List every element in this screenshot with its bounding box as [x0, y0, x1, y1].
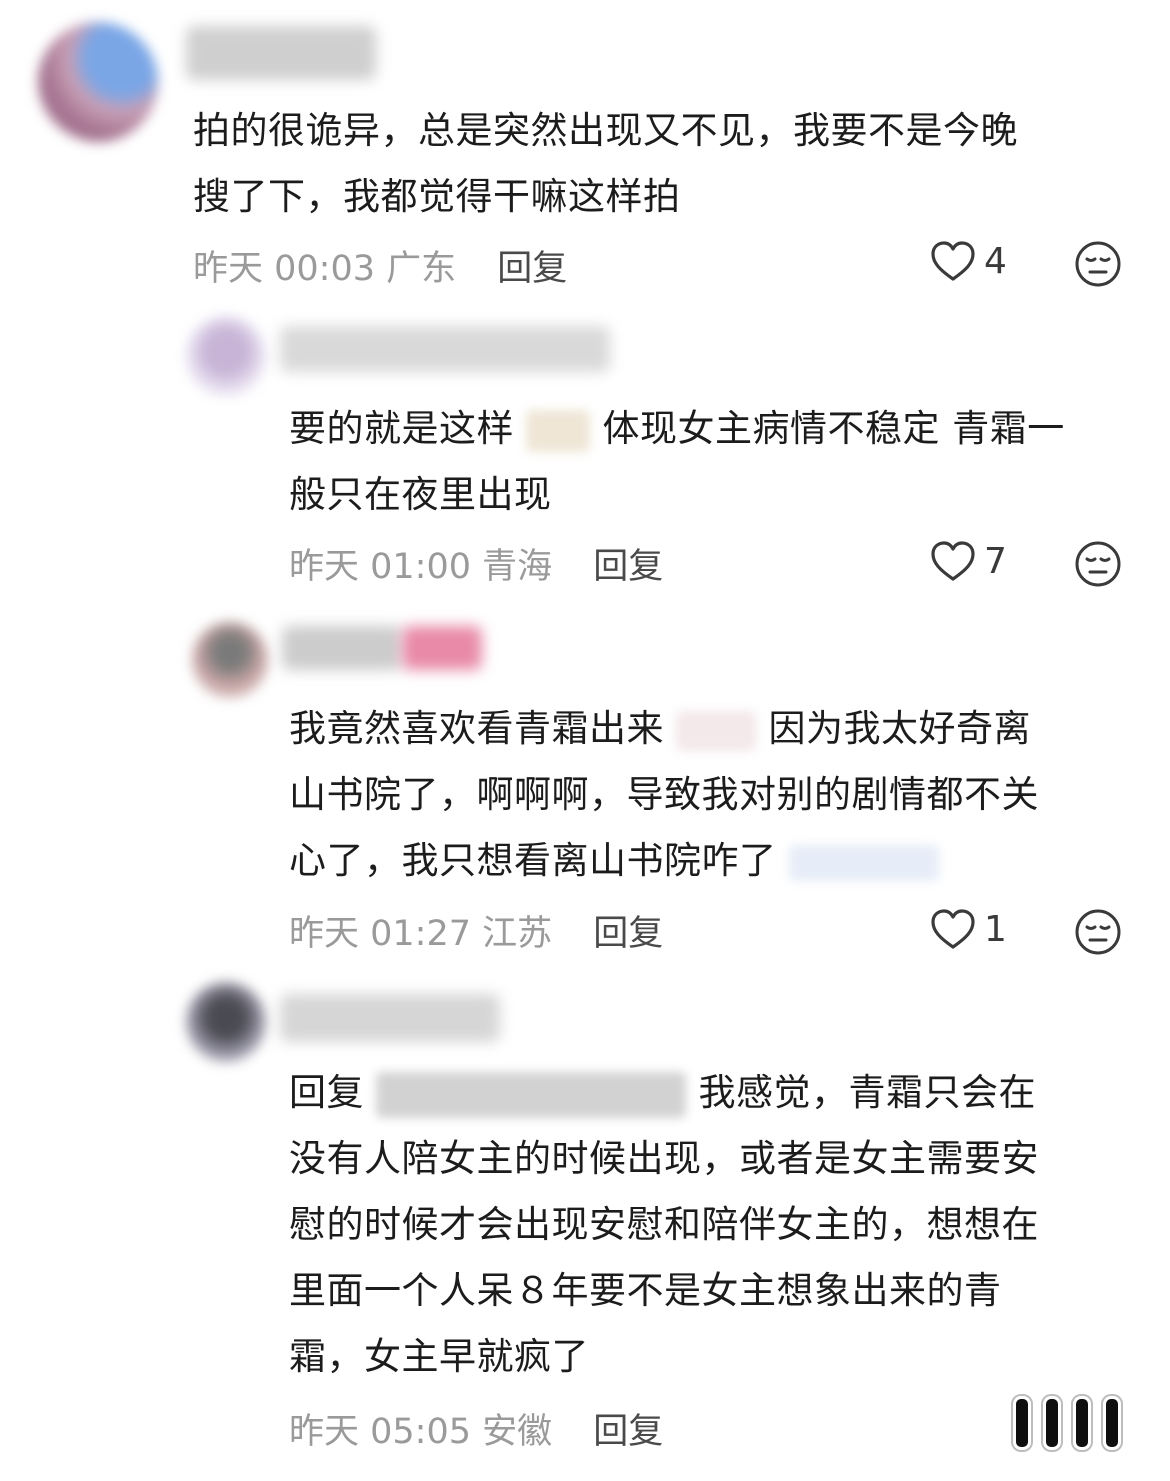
comment-time: 昨天 00:03 — [193, 249, 375, 289]
emoji-redacted — [676, 710, 757, 751]
comment-time: 昨天 05:05 — [289, 1412, 471, 1452]
comment-location: 青海 — [482, 547, 553, 587]
comment-line: 般只在夜里出现 — [289, 473, 552, 516]
emoji-redacted — [788, 844, 939, 881]
meh-face-icon[interactable] — [1074, 540, 1122, 588]
comment-line: 我竟然喜欢看青霜出来 因为我太好奇离 — [289, 707, 1032, 751]
comment-meta: 昨天 01:27 江苏 回复 — [289, 905, 663, 956]
avatar[interactable] — [38, 22, 158, 142]
watermark-bar — [1046, 1399, 1058, 1447]
avatar[interactable] — [186, 316, 266, 396]
comment-meta: 昨天 05:05 安徽 回复 — [289, 1403, 663, 1454]
username-redacted[interactable] — [402, 626, 482, 670]
emoji-redacted — [526, 409, 591, 452]
watermark-logo — [1016, 1399, 1118, 1447]
comment-text: 要的就是这样 体现女主病情不稳定 青霜一 般只在夜里出现 — [289, 396, 1065, 528]
comment-text: 拍的很诡异，总是突然出现又不见，我要不是今晚 搜了下，我都觉得干嘛这样拍 — [193, 98, 1018, 230]
comment-line: 没有人陪女主的时候出现，或者是女主需要安 — [289, 1137, 1039, 1180]
comment-location: 江苏 — [482, 914, 553, 954]
comment-line: 搜了下，我都觉得干嘛这样拍 — [193, 175, 681, 218]
reply-button[interactable]: 回复 — [593, 547, 663, 587]
heart-outline-icon — [931, 909, 975, 949]
like-button[interactable]: 7 — [930, 540, 1007, 582]
comment-line: 要的就是这样 体现女主病情不稳定 青霜一 — [289, 407, 1065, 452]
avatar[interactable] — [186, 982, 266, 1062]
comment-line: 心了，我只想看离山书院咋了 — [289, 828, 1039, 894]
comment-line: 霜，女主早就疯了 — [289, 1335, 589, 1378]
like-button[interactable]: 4 — [930, 240, 1007, 282]
avatar[interactable] — [192, 622, 268, 698]
watermark-bar — [1106, 1399, 1118, 1447]
username-redacted[interactable] — [280, 994, 500, 1042]
reply-button[interactable]: 回复 — [593, 1412, 663, 1452]
comment-line: 回复 我感觉，青霜只会在 — [289, 1060, 1039, 1126]
comment-line: 拍的很诡异，总是突然出现又不见，我要不是今晚 — [193, 109, 1018, 152]
reply-button[interactable]: 回复 — [593, 914, 663, 954]
comment-line: 里面一个人呆８年要不是女主想象出来的青 — [289, 1269, 1002, 1312]
username-redacted[interactable] — [376, 1071, 687, 1118]
comment-line: 山书院了，啊啊啊，导致我对别的剧情都不关 — [289, 773, 1039, 816]
username-redacted[interactable] — [282, 626, 402, 670]
meh-face-icon[interactable] — [1074, 908, 1122, 956]
meh-face-icon[interactable] — [1074, 240, 1122, 288]
comment-location: 广东 — [386, 249, 457, 289]
comment-text: 我竟然喜欢看青霜出来 因为我太好奇离 山书院了，啊啊啊，导致我对别的剧情都不关 … — [289, 696, 1039, 894]
comment-time: 昨天 01:00 — [289, 547, 471, 587]
comment-text: 回复 我感觉，青霜只会在 没有人陪女主的时候出现，或者是女主需要安 慰的时候才会… — [289, 1060, 1039, 1390]
like-button[interactable]: 1 — [930, 908, 1007, 950]
comment-meta: 昨天 00:03 广东 回复 — [193, 240, 567, 291]
comment-meta: 昨天 01:00 青海 回复 — [289, 538, 663, 589]
like-count: 4 — [984, 240, 1007, 282]
username-redacted[interactable] — [280, 326, 610, 372]
username-redacted[interactable] — [186, 26, 376, 80]
comment-line: 慰的时候才会出现安慰和陪伴女主的，想想在 — [289, 1203, 1039, 1246]
comment-location: 安徽 — [482, 1412, 553, 1452]
like-count: 1 — [984, 908, 1007, 950]
watermark-bar — [1016, 1399, 1028, 1447]
reply-button[interactable]: 回复 — [497, 249, 567, 289]
like-count: 7 — [984, 540, 1007, 582]
heart-outline-icon — [931, 541, 975, 581]
watermark-bar — [1076, 1399, 1088, 1447]
comment-time: 昨天 01:27 — [289, 914, 471, 954]
heart-outline-icon — [931, 241, 975, 281]
